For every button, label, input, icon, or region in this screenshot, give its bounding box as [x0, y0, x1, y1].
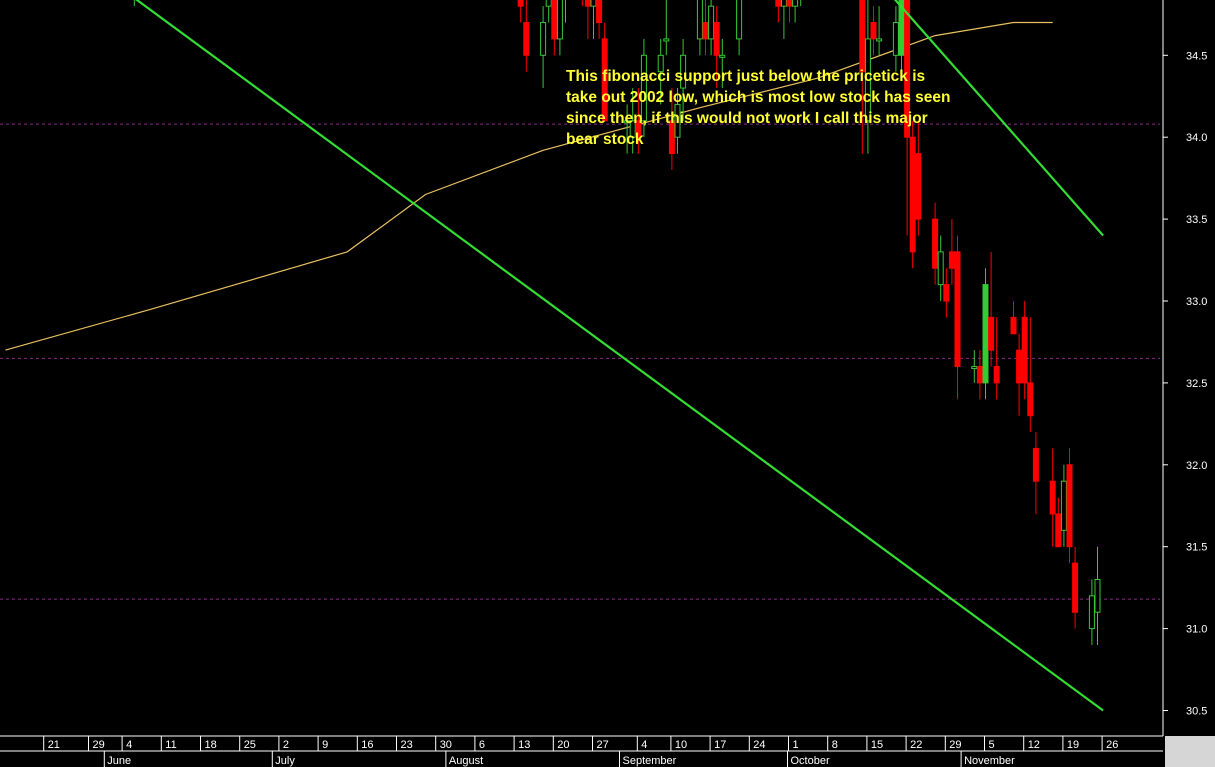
x-month-label: July [275, 755, 295, 767]
x-day-label: 21 [48, 739, 60, 751]
candle-body [1060, 480, 1067, 531]
candle-body [876, 38, 883, 42]
x-day-label: 29 [949, 739, 961, 751]
candle-body [1055, 513, 1062, 548]
y-tick-label: 34.5 [1186, 50, 1207, 62]
annotation-line: bear stock [566, 131, 644, 148]
candle-body [523, 22, 530, 56]
candle-body [937, 251, 944, 286]
x-day-label: 8 [832, 739, 838, 751]
candle-body [719, 54, 726, 58]
x-day-label: 10 [675, 739, 687, 751]
x-day-label: 29 [93, 739, 105, 751]
candle-body [775, 0, 782, 7]
candle-body [1021, 316, 1028, 384]
candle-body [708, 5, 715, 40]
x-day-label: 12 [1028, 739, 1040, 751]
candle-body [696, 0, 703, 40]
y-tick-label: 32.0 [1186, 460, 1207, 472]
candle-body [909, 136, 916, 253]
x-day-label: 1 [793, 739, 799, 751]
y-tick-label: 33.5 [1186, 214, 1207, 226]
candle-body [736, 0, 743, 40]
candle-body [1027, 382, 1034, 417]
annotation-text: This fibonacci support just below the pr… [566, 66, 986, 150]
candle-body [988, 316, 995, 351]
x-month-label: June [107, 755, 131, 767]
candle-body [859, 0, 866, 73]
candle-body [517, 0, 524, 7]
x-day-label: 6 [479, 739, 485, 751]
candle-body [954, 251, 961, 368]
candle-body [1010, 316, 1017, 335]
x-day-label: 19 [1067, 739, 1079, 751]
x-day-label: 4 [126, 739, 132, 751]
x-month-label: August [449, 755, 483, 767]
candle [982, 268, 989, 400]
candle-body [556, 0, 563, 40]
y-tick-label: 32.5 [1186, 378, 1207, 390]
y-tick-label: 33.0 [1186, 296, 1207, 308]
candle-body [915, 153, 922, 220]
x-day-label: 16 [361, 739, 373, 751]
corner-box [1165, 736, 1215, 767]
x-day-label: 11 [165, 739, 176, 751]
y-tick-label: 31.5 [1186, 542, 1207, 554]
x-day-label: 18 [205, 739, 217, 751]
candle-body [932, 218, 939, 269]
x-day-label: 15 [871, 739, 883, 751]
candle-body [713, 22, 720, 56]
x-day-label: 2 [283, 739, 289, 751]
candle-body [780, 0, 787, 7]
x-day-label: 4 [641, 739, 647, 751]
candle-body [1088, 595, 1095, 630]
candle-body [1066, 464, 1073, 548]
x-day-label: 24 [753, 739, 765, 751]
x-day-label: 17 [714, 739, 726, 751]
x-month-label: November [964, 755, 1015, 767]
candle-body [870, 22, 877, 40]
candle-body [663, 38, 670, 42]
annotation-line: take out 2002 low, which is most low sto… [566, 89, 951, 106]
candle-body [1016, 349, 1023, 384]
candle-body [584, 0, 591, 7]
x-month-label: September [623, 755, 677, 767]
candle-body [943, 284, 950, 302]
x-day-label: 27 [597, 739, 609, 751]
candle-body [982, 284, 989, 384]
candle-body [971, 366, 978, 370]
x-day-label: 9 [322, 739, 328, 751]
candle-body [1094, 578, 1101, 613]
candle-body [551, 0, 558, 40]
y-tick-label: 34.0 [1186, 132, 1207, 144]
candle-body [976, 366, 983, 384]
x-day-label: 20 [557, 739, 569, 751]
candle-body [948, 251, 955, 269]
x-day-label: 25 [244, 739, 256, 751]
candle-body [1032, 447, 1039, 482]
annotation-line: This fibonacci support just below the pr… [566, 68, 926, 85]
x-day-label: 30 [440, 739, 452, 751]
x-day-label: 22 [910, 739, 922, 751]
candle-body [590, 0, 597, 7]
y-tick-label: 31.0 [1186, 624, 1207, 636]
candle-body [993, 366, 1000, 384]
x-day-label: 26 [1106, 739, 1118, 751]
x-day-label: 5 [989, 739, 995, 751]
candle-body [1049, 480, 1056, 515]
candle-body [786, 0, 793, 7]
candle-body [892, 22, 899, 56]
annotation-line: since then, if this would not work I cal… [566, 110, 928, 127]
x-month-label: October [791, 755, 830, 767]
x-day-label: 23 [401, 739, 413, 751]
candle [1066, 448, 1073, 564]
candle-body [596, 0, 603, 24]
candle-body [545, 0, 552, 7]
candle-body [792, 0, 799, 7]
candle-body [702, 22, 709, 40]
candle-body [540, 22, 547, 56]
y-tick-label: 30.5 [1186, 706, 1207, 718]
x-day-label: 13 [518, 739, 530, 751]
candle-body [1072, 562, 1079, 613]
